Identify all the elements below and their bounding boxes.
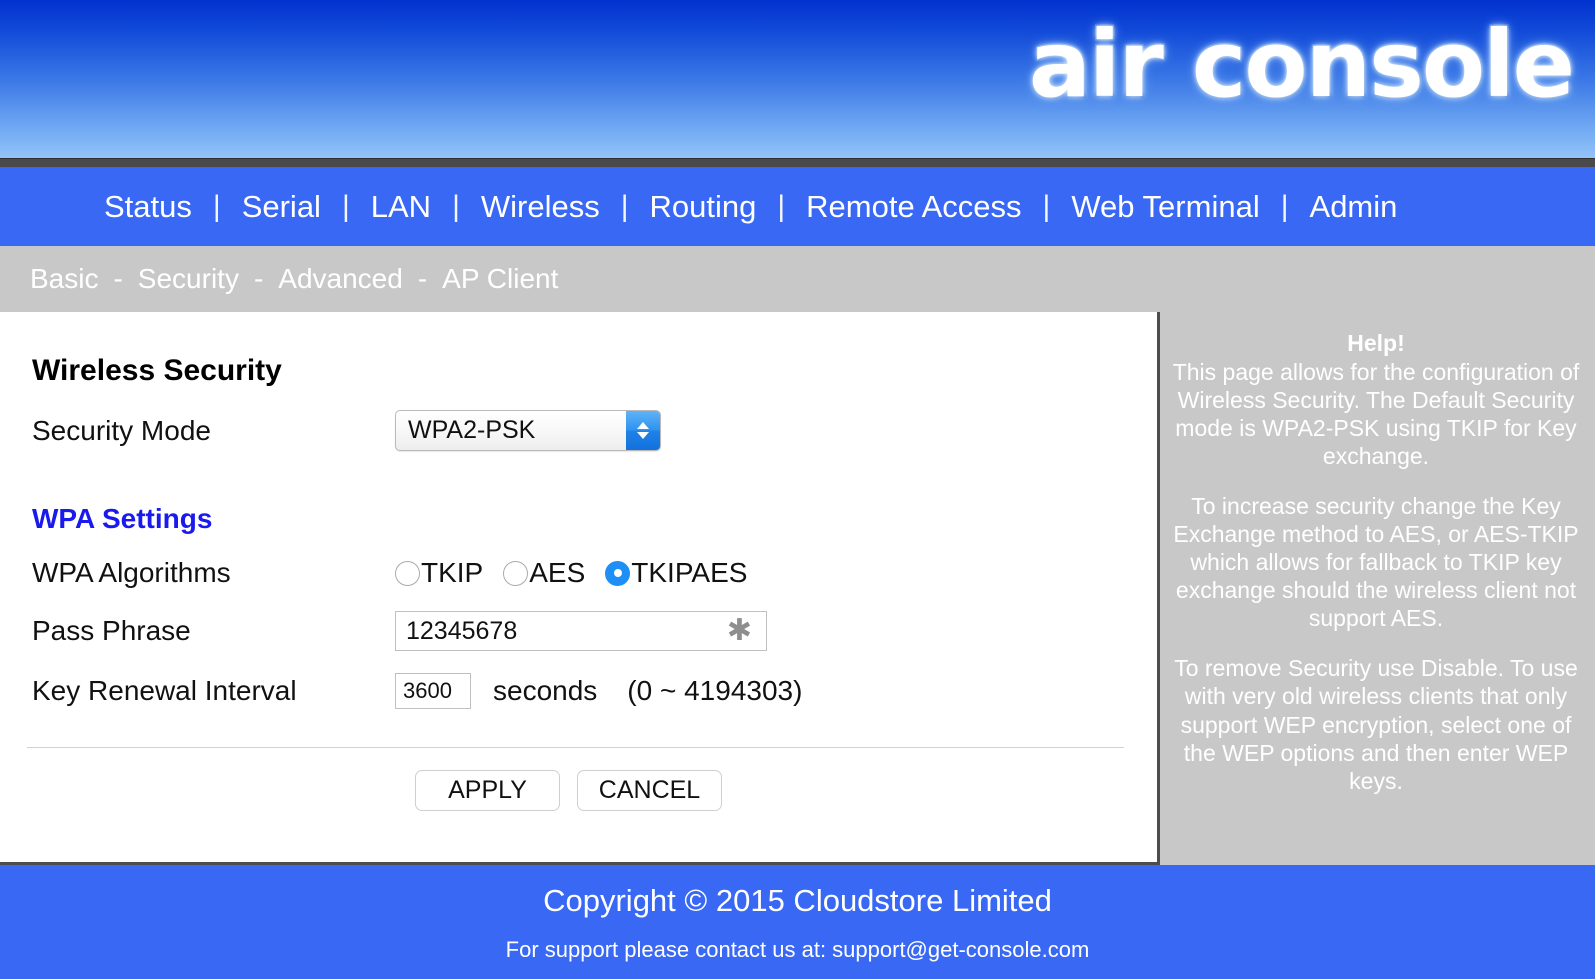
radio-aes-indicator[interactable]: [503, 560, 529, 586]
header-divider: [0, 158, 1595, 167]
nav-separator: |: [777, 189, 786, 223]
nav-separator: |: [212, 189, 221, 223]
page-footer: Copyright © 2015 Cloudstore Limited For …: [0, 865, 1595, 979]
security-mode-select[interactable]: WPA2-PSK: [395, 410, 661, 451]
subnav-item-security[interactable]: Security: [138, 263, 239, 295]
key-renewal-label: Key Renewal Interval: [32, 675, 297, 706]
nav-item-routing[interactable]: Routing: [650, 189, 757, 225]
main-navigation: Status | Serial | LAN | Wireless | Routi…: [0, 167, 1595, 246]
security-mode-value: WPA2-PSK: [408, 416, 536, 444]
subnav-separator: -: [253, 263, 264, 294]
help-paragraph-1: This page allows for the configuration o…: [1172, 359, 1580, 470]
nav-item-lan[interactable]: LAN: [371, 189, 431, 225]
help-paragraph-2: To increase security change the Key Exch…: [1173, 493, 1579, 632]
nav-separator: |: [1280, 189, 1289, 223]
radio-option-aes[interactable]: AES: [503, 557, 585, 589]
subnav-item-ap-client[interactable]: AP Client: [442, 263, 558, 295]
asterisk-icon: ✱: [726, 614, 752, 647]
wpa-algorithms-row: WPA Algorithms TKIP AES TKIPAES: [32, 557, 1157, 589]
radio-option-tkipaes[interactable]: TKIPAES: [605, 557, 747, 589]
chevron-updown-icon[interactable]: [626, 411, 660, 450]
key-renewal-range: (0 ~ 4194303): [627, 675, 803, 706]
sub-navigation: Basic - Security - Advanced - AP Client: [0, 246, 1595, 312]
nav-item-remote-access[interactable]: Remote Access: [806, 189, 1021, 225]
wpa-settings-heading: WPA Settings: [32, 503, 213, 534]
nav-separator: |: [620, 189, 629, 223]
radio-tkipaes-label: TKIPAES: [631, 557, 748, 588]
form-divider: [27, 747, 1124, 748]
chevron-up-icon: [637, 422, 649, 429]
pass-phrase-label: Pass Phrase: [32, 615, 191, 646]
air-console-logo: air console: [1027, 11, 1576, 118]
radio-aes-label: AES: [529, 557, 586, 588]
pass-phrase-value: 12345678: [406, 616, 518, 645]
key-renewal-row: Key Renewal Interval 3600 seconds (0 ~ 4…: [32, 673, 1157, 709]
nav-item-serial[interactable]: Serial: [242, 189, 321, 225]
nav-separator: |: [1042, 189, 1051, 223]
apply-button[interactable]: APPLY: [415, 770, 560, 811]
subnav-item-advanced[interactable]: Advanced: [278, 263, 403, 295]
key-renewal-unit: seconds: [493, 675, 598, 706]
pass-phrase-input[interactable]: 12345678 ✱: [395, 611, 767, 651]
nav-item-web-terminal[interactable]: Web Terminal: [1071, 189, 1259, 225]
page-title: Wireless Security: [32, 354, 282, 387]
help-paragraph-3: To remove Security use Disable. To use w…: [1174, 655, 1578, 794]
radio-tkipaes-indicator[interactable]: [605, 560, 631, 586]
radio-tkip-label: TKIP: [421, 557, 484, 588]
nav-separator: |: [341, 189, 350, 223]
subnav-item-basic[interactable]: Basic: [30, 263, 98, 295]
header-banner: air console: [0, 0, 1595, 158]
nav-item-wireless[interactable]: Wireless: [481, 189, 600, 225]
security-mode-row: Security Mode WPA2-PSK: [32, 410, 1157, 451]
form-actions: APPLY CANCEL: [32, 770, 1157, 811]
nav-item-status[interactable]: Status: [104, 189, 192, 225]
subnav-separator: -: [417, 263, 428, 294]
key-renewal-value: 3600: [403, 678, 452, 703]
help-title: Help!: [1347, 330, 1405, 356]
nav-separator: |: [452, 189, 460, 223]
nav-item-admin[interactable]: Admin: [1310, 189, 1398, 225]
wpa-algorithms-label: WPA Algorithms: [32, 557, 231, 588]
radio-option-tkip[interactable]: TKIP: [395, 557, 483, 589]
body-area: Wireless Security Security Mode WPA2-PSK…: [0, 312, 1595, 865]
security-mode-label: Security Mode: [32, 414, 211, 446]
subnav-separator: -: [113, 263, 123, 294]
pass-phrase-row: Pass Phrase 12345678 ✱: [32, 611, 1157, 651]
footer-copyright: Copyright © 2015 Cloudstore Limited: [543, 883, 1052, 918]
key-renewal-input[interactable]: 3600: [395, 673, 471, 709]
cancel-button[interactable]: CANCEL: [577, 770, 722, 811]
app-page: air console Status | Serial | LAN | Wire…: [0, 0, 1595, 979]
radio-tkip-indicator[interactable]: [395, 560, 420, 586]
wireless-security-panel: Wireless Security Security Mode WPA2-PSK…: [0, 312, 1160, 865]
footer-support-text: For support please contact us at: suppor…: [505, 937, 1090, 962]
chevron-down-icon: [637, 432, 649, 439]
help-panel: Help! This page allows for the configura…: [1160, 312, 1592, 865]
wpa-algorithms-radio-group: TKIP AES TKIPAES: [395, 557, 767, 589]
